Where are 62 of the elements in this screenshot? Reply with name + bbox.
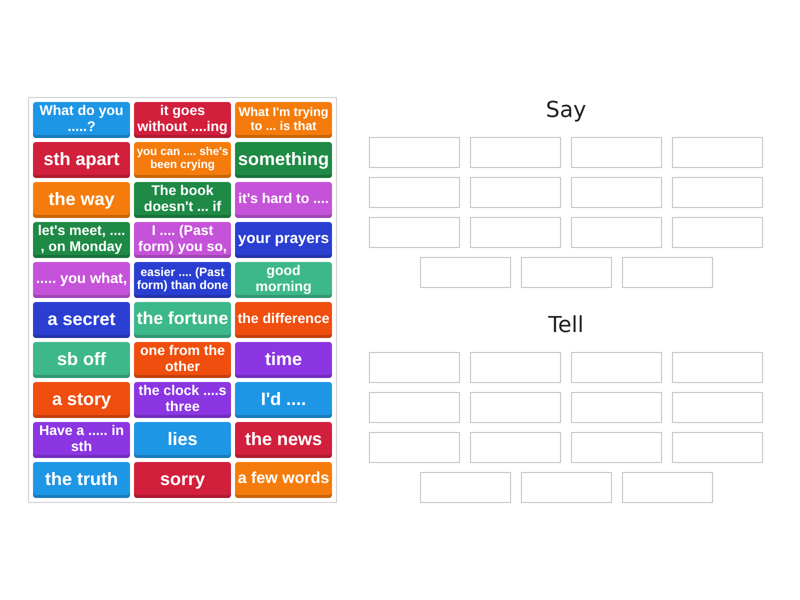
drop-slot[interactable] xyxy=(622,472,712,503)
word-tile[interactable]: you can .... she's been crying xyxy=(134,142,231,178)
drop-slot[interactable] xyxy=(420,257,510,288)
word-tile[interactable]: your prayers xyxy=(235,222,332,258)
word-tile[interactable]: the clock ....s three xyxy=(134,382,231,418)
word-tile[interactable]: one from the other xyxy=(134,342,231,378)
word-tile[interactable]: a few words xyxy=(235,462,332,498)
word-tile[interactable]: the fortune xyxy=(134,302,231,338)
drop-slot[interactable] xyxy=(672,217,763,248)
drop-slot[interactable] xyxy=(369,352,460,383)
drop-slot[interactable] xyxy=(470,352,561,383)
word-tile[interactable]: I'd .... xyxy=(235,382,332,418)
drop-slot[interactable] xyxy=(571,177,662,208)
word-tile[interactable]: a secret xyxy=(33,302,130,338)
word-tile[interactable]: Have a ..... in sth xyxy=(33,422,130,458)
drop-slot[interactable] xyxy=(571,392,662,423)
drop-slot[interactable] xyxy=(672,352,763,383)
word-tile[interactable]: the way xyxy=(33,182,130,218)
word-tile[interactable]: easier .... (Past form) than done xyxy=(134,262,231,298)
word-tile[interactable]: I .... (Past form) you so, xyxy=(134,222,231,258)
word-tile[interactable]: sth apart xyxy=(33,142,130,178)
drop-slot[interactable] xyxy=(369,217,460,248)
word-tile[interactable]: sorry xyxy=(134,462,231,498)
drop-slot[interactable] xyxy=(571,217,662,248)
word-tile[interactable]: it's hard to .... xyxy=(235,182,332,218)
word-tile[interactable]: something xyxy=(235,142,332,178)
drop-slot[interactable] xyxy=(470,432,561,463)
drop-slot[interactable] xyxy=(470,137,561,168)
word-tile[interactable]: a story xyxy=(33,382,130,418)
drop-slot[interactable] xyxy=(369,392,460,423)
word-tile[interactable]: ..... you what, xyxy=(33,262,130,298)
drop-slot[interactable] xyxy=(672,432,763,463)
drop-slot[interactable] xyxy=(520,472,612,503)
word-tile[interactable]: The book doesn't ... if xyxy=(134,182,231,218)
drop-slot[interactable] xyxy=(369,177,460,208)
word-tile[interactable]: What do you .....? xyxy=(33,102,130,138)
drop-slot[interactable] xyxy=(622,257,712,288)
word-tile[interactable]: the news xyxy=(235,422,332,458)
group-title: Tell xyxy=(548,312,584,340)
drop-slot[interactable] xyxy=(369,432,460,463)
word-tile[interactable]: lies xyxy=(134,422,231,458)
drop-slot[interactable] xyxy=(520,257,612,288)
word-tile[interactable]: time xyxy=(235,342,332,378)
drop-slot[interactable] xyxy=(369,137,460,168)
word-tile[interactable]: let's meet, .... , on Monday xyxy=(33,222,130,258)
word-tile[interactable]: sb off xyxy=(33,342,130,378)
drop-slot[interactable] xyxy=(571,137,662,168)
group-title: Say xyxy=(546,97,586,125)
drop-slot[interactable] xyxy=(571,352,662,383)
drop-slot[interactable] xyxy=(420,472,510,503)
word-tile[interactable]: the difference xyxy=(235,302,332,338)
drop-slot[interactable] xyxy=(672,177,763,208)
drop-slot[interactable] xyxy=(672,392,763,423)
drop-slot[interactable] xyxy=(470,177,561,208)
word-tile[interactable]: good morning xyxy=(235,262,332,298)
word-tile[interactable]: the truth xyxy=(33,462,130,498)
drop-slot[interactable] xyxy=(470,392,561,423)
drop-slot[interactable] xyxy=(672,137,763,168)
word-tile[interactable]: What I'm trying to ... is that xyxy=(235,102,332,138)
word-tile[interactable]: it goes without ....ing xyxy=(134,102,231,138)
drop-slot[interactable] xyxy=(470,217,561,248)
drop-slot[interactable] xyxy=(571,432,662,463)
